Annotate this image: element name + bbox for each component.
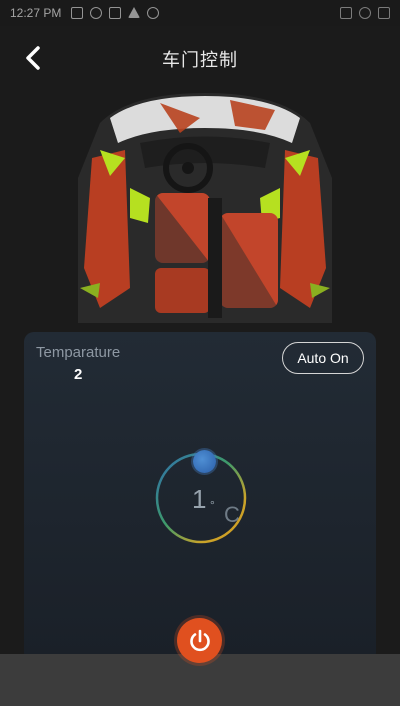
battery-icon [378, 7, 390, 19]
car-interior-image [70, 88, 340, 333]
status-bar: 12:27 PM [0, 0, 400, 26]
power-button[interactable] [177, 618, 222, 663]
temperature-value: 2 [74, 366, 83, 383]
temperature-label: Temparature [36, 344, 121, 361]
record-icon [147, 7, 160, 19]
page-title: 车门控制 [162, 50, 238, 70]
status-icons-right [340, 7, 390, 19]
wifi-icon [359, 7, 371, 19]
message-icon [71, 7, 84, 19]
image-icon [109, 7, 122, 19]
dial-value: 1 [192, 484, 207, 514]
status-icons-left [71, 7, 160, 19]
power-icon [189, 629, 210, 651]
auto-on-button[interactable]: Auto On [282, 342, 364, 374]
dial-unit: C [224, 502, 240, 527]
status-time: 12:27 PM [10, 6, 62, 20]
header: 车门控制 [0, 38, 400, 78]
dial-degree-symbol: ° [210, 498, 215, 512]
sync-icon [90, 7, 103, 19]
temperature-panel: Temparature 2 Auto On 1 ° C [24, 332, 376, 662]
vibrate-icon [340, 7, 352, 19]
warning-icon [128, 7, 141, 18]
dial-handle[interactable] [193, 450, 216, 473]
